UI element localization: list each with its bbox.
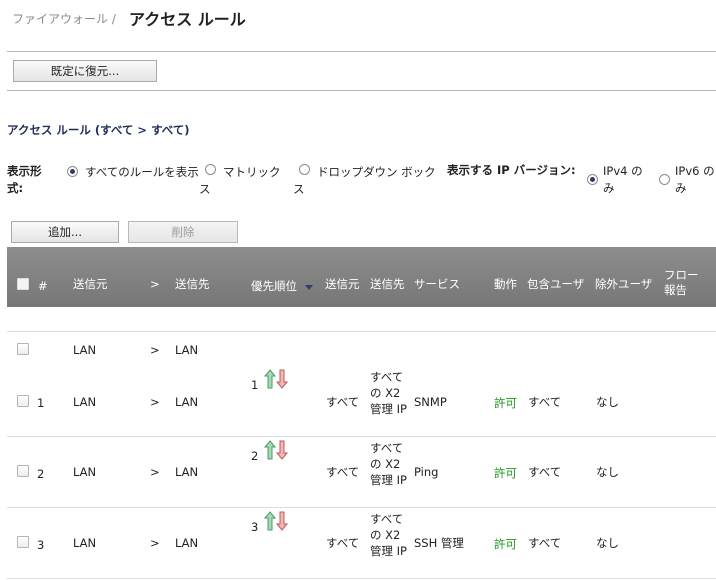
rule-users-excl: なし <box>596 395 619 409</box>
divider <box>7 90 716 91</box>
restore-defaults-button[interactable]: 既定に復元... <box>13 60 157 82</box>
rule-destination: すべての X2 管理 IP <box>370 441 407 487</box>
col-num[interactable]: # <box>38 279 48 294</box>
rule-priority: 1 <box>251 378 259 392</box>
add-button[interactable]: 追加... <box>11 221 119 243</box>
rule-source: すべて <box>326 536 360 550</box>
delete-button[interactable]: 削除 <box>128 221 238 243</box>
col-from[interactable]: 送信元 <box>73 277 108 292</box>
group-arrow: > <box>150 343 160 357</box>
rule-to: LAN <box>175 395 199 409</box>
rule-num: 3 <box>37 538 45 552</box>
rule-service: Ping <box>414 465 439 479</box>
section-title: アクセス ルール (すべて > すべて) <box>7 123 190 137</box>
rule-source: すべて <box>326 465 360 479</box>
priority-up-down-icon[interactable] <box>264 440 288 460</box>
rule-num: 2 <box>37 467 45 481</box>
view-matrix-label[interactable]: マトリックス <box>199 164 291 198</box>
col-arrow: > <box>150 277 160 291</box>
rule-users-incl: すべて <box>528 536 562 550</box>
col-users-incl[interactable]: 包含ユーザ <box>527 277 584 292</box>
rule-action: 許可 <box>494 396 517 410</box>
rule-action: 許可 <box>494 537 517 551</box>
row-divider <box>7 578 716 579</box>
ipv6-radio[interactable] <box>659 174 670 185</box>
rule-users-excl: なし <box>596 536 619 550</box>
col-priority[interactable]: 優先順位 <box>251 279 297 294</box>
rule-from: LAN <box>73 395 97 409</box>
rule-destination: すべての X2 管理 IP <box>370 512 407 558</box>
rule-service: SNMP <box>414 395 447 409</box>
zone-group-row: LAN > LAN <box>7 331 716 366</box>
group-checkbox[interactable] <box>17 343 29 355</box>
rule-from: LAN <box>73 465 97 479</box>
row-checkbox[interactable] <box>17 465 29 477</box>
rule-users-incl: すべて <box>528 465 562 479</box>
col-destination[interactable]: 送信先 <box>370 277 405 292</box>
rule-to: LAN <box>175 536 199 550</box>
view-dropdown-label[interactable]: ドロップダウン ボックス <box>293 164 443 198</box>
rule-arrow: > <box>150 536 160 550</box>
row-checkbox[interactable] <box>17 395 29 407</box>
rule-num: 1 <box>37 396 45 410</box>
rule-users-excl: なし <box>596 465 619 479</box>
row-checkbox[interactable] <box>17 536 29 548</box>
page-title: アクセス ルール <box>129 10 246 29</box>
table-row[interactable]: 2 LAN > LAN 2 すべて すべての X2 管理 IP Ping 許可 … <box>7 437 716 507</box>
ip-version-label: 表示する IP バージョン: <box>447 163 576 177</box>
table-header: # 送信元 > 送信先 優先順位 送信元 送信先 サービス 動作 包含ユーザ 除… <box>7 247 716 307</box>
select-all-checkbox[interactable] <box>17 278 29 290</box>
rule-users-incl: すべて <box>528 395 562 409</box>
priority-up-down-icon[interactable] <box>264 369 288 389</box>
col-action[interactable]: 動作 <box>494 277 517 292</box>
view-all-label[interactable]: すべてのルールを表示 <box>61 164 201 181</box>
group-to: LAN <box>175 343 199 357</box>
rule-arrow: > <box>150 465 160 479</box>
rule-action: 許可 <box>494 466 517 480</box>
rule-priority: 2 <box>251 449 259 463</box>
priority-up-down-icon[interactable] <box>264 511 288 531</box>
view-mode-label: 表示形式: <box>7 164 42 195</box>
rule-destination: すべての X2 管理 IP <box>370 370 407 416</box>
col-flow-report[interactable]: フロー報告 <box>664 268 702 298</box>
col-to[interactable]: 送信先 <box>175 277 210 292</box>
group-from: LAN <box>73 343 97 357</box>
rule-from: LAN <box>73 536 97 550</box>
rule-source: すべて <box>326 395 360 409</box>
rule-arrow: > <box>150 395 160 409</box>
divider <box>7 51 716 52</box>
ipv6-label[interactable]: IPv6 のみ <box>675 163 716 197</box>
sort-desc-icon[interactable] <box>305 285 313 290</box>
col-source[interactable]: 送信元 <box>325 277 360 292</box>
rule-to: LAN <box>175 465 199 479</box>
breadcrumb: ファイアウォール / <box>12 12 116 26</box>
col-service[interactable]: サービス <box>414 277 460 292</box>
col-users-excl[interactable]: 除外ユーザ <box>595 277 652 292</box>
table-row[interactable]: 1 LAN > LAN 1 すべて すべての X2 管理 IP SNMP 許可 … <box>7 366 716 436</box>
rule-priority: 3 <box>251 520 259 534</box>
rule-service: SSH 管理 <box>414 536 464 550</box>
ipv4-radio[interactable] <box>587 174 598 185</box>
table-row[interactable]: 3 LAN > LAN 3 すべて すべての X2 管理 IP SSH 管理 許… <box>7 508 716 578</box>
ipv4-label[interactable]: IPv4 のみ <box>603 163 653 197</box>
